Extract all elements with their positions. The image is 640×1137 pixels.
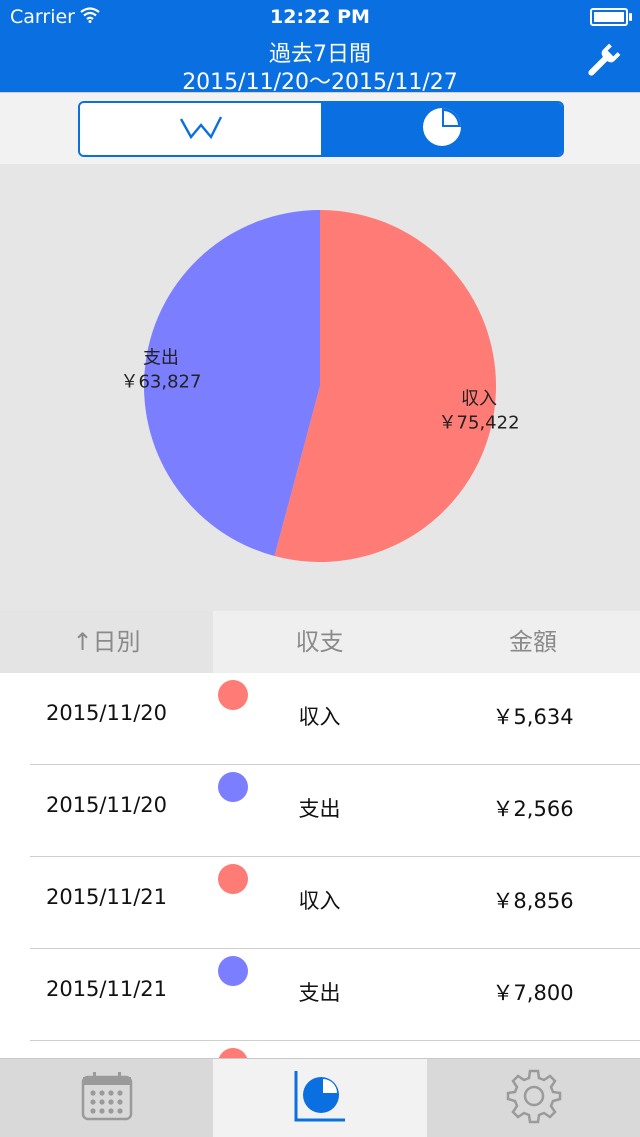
- battery-icon: [590, 8, 632, 26]
- pie-slice-label: 収入: [461, 389, 497, 410]
- row-amount: ￥8,856: [492, 889, 574, 913]
- calendar-icon: [81, 1071, 133, 1125]
- row-type: 支出: [298, 981, 341, 1005]
- transaction-list[interactable]: 2015/11/20 収入 ￥5,634 2015/11/20 支出 ￥2,56…: [0, 673, 640, 1058]
- row-amount: ￥2,566: [492, 797, 574, 821]
- row-amount: ￥5,634: [492, 705, 574, 729]
- tab-report[interactable]: [213, 1059, 427, 1137]
- pie-chart-area: 収入 ￥75,422 支出 ￥63,827: [0, 164, 640, 611]
- chart-type-segmented-control: [78, 101, 564, 157]
- line-chart-segment[interactable]: [80, 103, 321, 155]
- clock-time: 12:22 PM: [270, 6, 370, 28]
- amount-header[interactable]: 金額: [426, 611, 640, 673]
- chart-type-selector-area: [0, 92, 640, 165]
- tab-bar: [0, 1058, 640, 1137]
- row-date: 2015/11/21: [45, 885, 168, 909]
- pie-chart-segment[interactable]: [321, 103, 562, 155]
- row-date: 2015/11/20: [45, 701, 168, 725]
- row-type: 支出: [298, 797, 341, 821]
- row-type: 収入: [298, 705, 341, 729]
- pie-chart-icon: [420, 105, 464, 153]
- row-date: 2015/11/21: [45, 977, 168, 1001]
- type-header[interactable]: 収支: [213, 611, 426, 673]
- table-row[interactable]: 2015/11/21 収入 ￥8,856: [0, 857, 640, 949]
- row-amount: ￥7,800: [492, 981, 574, 1005]
- line-chart-icon: [179, 113, 223, 145]
- tab-calendar[interactable]: [0, 1059, 213, 1137]
- table-row[interactable]: 2015/11/20 収入 ￥5,634: [0, 673, 640, 765]
- wrench-icon[interactable]: [580, 40, 624, 84]
- category-color-dot: [218, 1048, 248, 1058]
- nav-bar: 過去7日間 2015/11/20～2015/11/27: [0, 34, 640, 95]
- table-header: ↑日別 収支 金額: [0, 611, 640, 673]
- table-row[interactable]: 2015/11/20 支出 ￥2,566: [0, 765, 640, 857]
- report-chart-icon: [293, 1069, 347, 1127]
- sort-by-date-header[interactable]: ↑日別: [0, 611, 213, 673]
- row-type: 収入: [298, 889, 341, 913]
- gear-icon: [506, 1068, 562, 1128]
- table-row[interactable]: [0, 1041, 640, 1058]
- pie-slice-value: ￥63,827: [120, 371, 201, 392]
- pie-chart: 収入 ￥75,422 支出 ￥63,827: [120, 210, 520, 562]
- pie-slice-value: ￥75,422: [439, 413, 520, 434]
- status-bar: Carrier 12:22 PM: [0, 0, 640, 34]
- pie-slice-label: 支出: [143, 347, 179, 368]
- tab-settings[interactable]: [427, 1059, 640, 1137]
- row-date: 2015/11/20: [45, 793, 168, 817]
- table-row[interactable]: 2015/11/21 支出 ￥7,800: [0, 949, 640, 1041]
